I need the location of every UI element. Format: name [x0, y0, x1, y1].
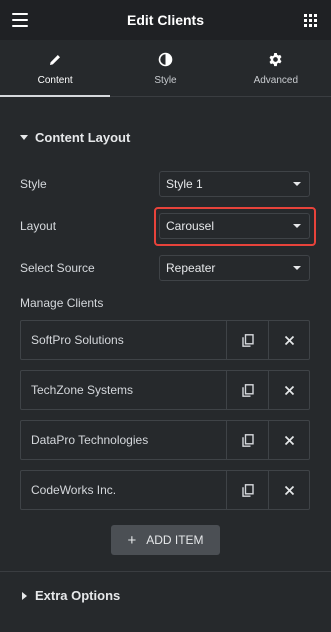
source-select-value: Repeater [166, 261, 216, 275]
list-item: CodeWorks Inc. [20, 470, 310, 510]
remove-button[interactable] [268, 371, 309, 409]
list-item: TechZone Systems [20, 370, 310, 410]
tab-advanced[interactable]: Advanced [221, 40, 331, 96]
chevron-down-icon [293, 266, 301, 270]
gear-icon [268, 51, 283, 69]
close-icon [284, 435, 294, 445]
apps-grid-icon[interactable] [304, 14, 317, 27]
plus-icon: + [127, 531, 137, 549]
style-select-value: Style 1 [166, 177, 203, 191]
chevron-down-icon [293, 224, 301, 228]
remove-button[interactable] [268, 421, 309, 459]
copy-icon [241, 433, 254, 447]
chevron-down-icon [293, 182, 301, 186]
add-item-label: ADD ITEM [146, 533, 204, 547]
style-label: Style [20, 177, 47, 191]
source-select[interactable]: Repeater [159, 255, 310, 281]
copy-icon [241, 333, 254, 347]
top-bar: Edit Clients [0, 0, 331, 40]
extra-options-section-toggle[interactable]: Extra Options [22, 588, 120, 603]
caret-right-icon [22, 591, 27, 600]
client-item-title[interactable]: CodeWorks Inc. [21, 471, 227, 509]
layout-field: Layout Carousel [20, 213, 310, 239]
half-circle-icon [158, 51, 173, 69]
client-item-title[interactable]: TechZone Systems [21, 371, 227, 409]
manage-clients-label: Manage Clients [20, 296, 104, 310]
duplicate-button[interactable] [227, 421, 268, 459]
duplicate-button[interactable] [227, 371, 268, 409]
layout-select[interactable]: Carousel [159, 213, 310, 239]
panel-tabs: Content Style Advanced [0, 40, 331, 97]
layout-label: Layout [20, 219, 57, 233]
close-icon [284, 335, 294, 345]
panel-title: Edit Clients [126, 12, 204, 28]
section-divider [0, 571, 331, 572]
style-field: Style Style 1 [20, 171, 310, 197]
client-item-title[interactable]: DataPro Technologies [21, 421, 227, 459]
content-layout-section-toggle[interactable]: Content Layout [20, 130, 130, 145]
duplicate-button[interactable] [227, 471, 268, 509]
list-item: SoftPro Solutions [20, 320, 310, 360]
content-layout-title: Content Layout [35, 130, 131, 145]
close-icon [284, 485, 294, 495]
style-select[interactable]: Style 1 [159, 171, 310, 197]
duplicate-button[interactable] [227, 321, 268, 359]
remove-button[interactable] [268, 321, 309, 359]
tab-style[interactable]: Style [110, 40, 220, 96]
tab-style-label: Style [154, 74, 177, 86]
select-source-label: Select Source [20, 261, 95, 275]
pencil-icon [48, 51, 62, 69]
hamburger-menu-icon[interactable] [12, 13, 28, 27]
add-item-button[interactable]: + ADD ITEM [111, 525, 220, 555]
copy-icon [241, 483, 254, 497]
layout-select-value: Carousel [166, 219, 215, 233]
clients-repeater: SoftPro Solutions TechZone Systems DataP… [20, 320, 310, 520]
close-icon [284, 385, 294, 395]
client-item-title[interactable]: SoftPro Solutions [21, 321, 227, 359]
remove-button[interactable] [268, 471, 309, 509]
list-item: DataPro Technologies [20, 420, 310, 460]
copy-icon [241, 383, 254, 397]
tab-content-label: Content [37, 74, 73, 86]
caret-down-icon [20, 135, 28, 140]
tab-content[interactable]: Content [0, 40, 111, 97]
extra-options-title: Extra Options [35, 588, 121, 603]
source-field: Select Source Repeater [20, 255, 310, 281]
tab-advanced-label: Advanced [253, 74, 299, 86]
